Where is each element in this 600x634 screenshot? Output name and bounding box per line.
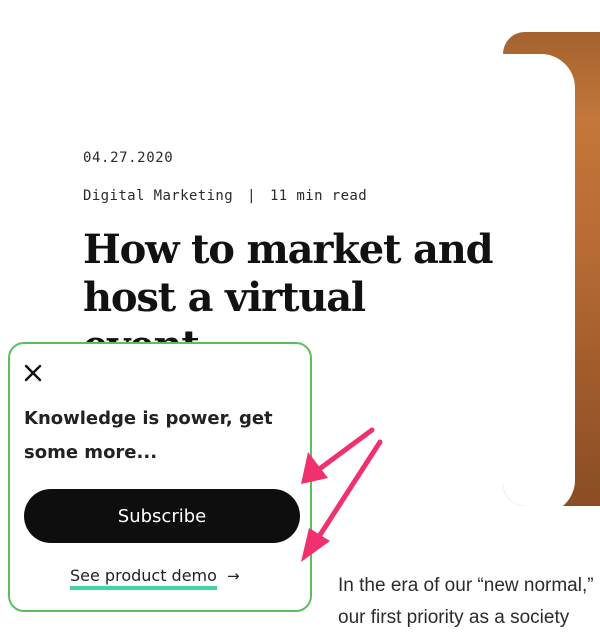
hero-image-mask [503,54,575,506]
hero-image [503,32,600,506]
article-body-line: our first priority as a society [338,607,570,628]
close-icon [24,364,42,382]
annotation-arrow-bottom [301,439,383,562]
product-demo-label: See product demo [70,566,217,590]
category-link[interactable]: Digital Marketing [83,188,233,204]
article-body-line: In the era of our “new normal,” [338,575,594,596]
article-meta: Digital Marketing | 11 min read [83,188,367,204]
article-date: 04.27.2020 [83,150,174,166]
product-demo-link[interactable]: See product demo → [70,566,240,590]
arrow-right-icon: → [226,567,240,585]
subscribe-button[interactable]: Subscribe [24,489,300,543]
popup-heading: Knowledge is power, get some more... [24,408,273,463]
close-button[interactable] [22,362,44,384]
meta-separator: | [247,188,256,204]
read-time: 11 min read [269,188,368,204]
article-body: In the era of our “new normal,” our firs… [338,570,600,634]
subscribe-popup: Knowledge is power, get some more... Sub… [8,342,312,612]
